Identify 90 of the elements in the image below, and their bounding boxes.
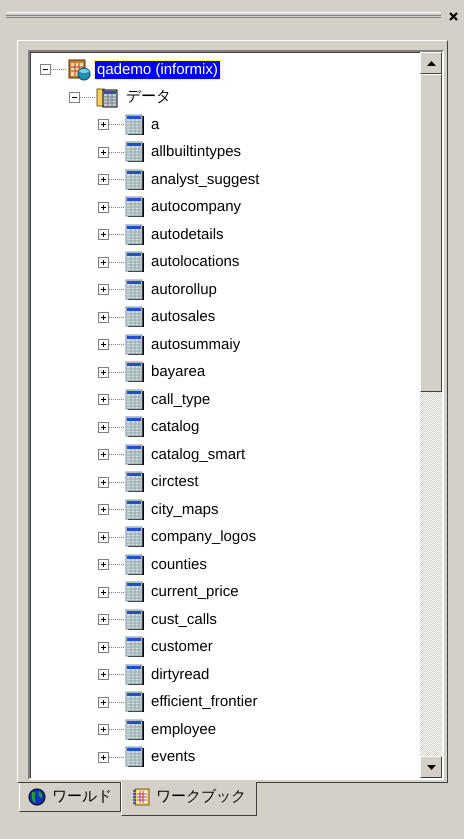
tab[interactable]: ワークブック: [121, 782, 257, 816]
table-icon: [125, 306, 145, 328]
expand-icon[interactable]: [98, 669, 125, 680]
collapse-icon[interactable]: [69, 92, 96, 103]
expand-icon[interactable]: [98, 586, 125, 598]
table-icon: [125, 746, 145, 768]
tree-item[interactable]: call_type: [149, 390, 212, 409]
table-icon: [125, 224, 145, 246]
table-icon: [125, 581, 145, 604]
table-icon: [125, 471, 145, 494]
database-icon: [67, 58, 91, 82]
workbook-icon: [132, 788, 150, 806]
tree-item[interactable]: データ: [124, 88, 173, 106]
tree-item[interactable]: counties: [149, 556, 209, 574]
expand-icon[interactable]: [98, 256, 125, 268]
scroll-thumb[interactable]: [420, 74, 442, 392]
tree-item[interactable]: autodetails: [149, 226, 226, 244]
expand-icon[interactable]: [98, 696, 125, 708]
expand-icon[interactable]: [98, 422, 125, 433]
expand-icon[interactable]: [98, 724, 125, 736]
tab[interactable]: ワールド: [19, 783, 121, 812]
tree-item[interactable]: employee: [149, 720, 218, 739]
down-arrow-icon: [426, 764, 436, 770]
folder-table-icon: [96, 86, 120, 108]
table-icon: [125, 608, 145, 631]
table-icon: [125, 444, 145, 466]
tree-item[interactable]: customer: [149, 638, 215, 656]
table-icon: [125, 554, 145, 576]
tree-item[interactable]: autocompany: [149, 198, 244, 216]
tree-item[interactable]: dirtyread: [149, 666, 212, 684]
expand-icon[interactable]: [98, 312, 125, 323]
expand-icon[interactable]: [98, 614, 125, 626]
scroll-up-button[interactable]: [420, 52, 442, 74]
expand-icon[interactable]: [98, 284, 125, 296]
expand-icon[interactable]: [98, 202, 125, 213]
tree-item[interactable]: circtest: [149, 473, 201, 492]
scroll-down-button[interactable]: [420, 756, 442, 778]
table-icon: [125, 526, 145, 548]
tree-item[interactable]: current_price: [149, 583, 241, 602]
expand-icon[interactable]: [98, 174, 125, 186]
table-icon: [125, 636, 145, 658]
expand-icon[interactable]: [98, 476, 125, 488]
tree-item[interactable]: autorollup: [149, 280, 219, 299]
tree-item[interactable]: catalog_smart: [149, 446, 248, 464]
expand-icon[interactable]: [98, 119, 125, 130]
tree-item[interactable]: efficient_frontier: [149, 693, 260, 712]
close-icon[interactable]: [449, 12, 458, 21]
expand-icon[interactable]: [98, 752, 125, 763]
expand-icon[interactable]: [98, 366, 125, 378]
table-icon: [125, 664, 145, 686]
table-icon: [125, 691, 145, 714]
globe-icon: [28, 788, 46, 806]
table-icon: [125, 718, 145, 741]
grip-bar[interactable]: [6, 12, 441, 18]
table-icon: [125, 196, 145, 218]
tree-item[interactable]: autosummaiy: [149, 336, 242, 354]
expand-icon[interactable]: [98, 146, 125, 158]
tree-item[interactable]: city_maps: [149, 500, 221, 519]
table-icon: [125, 388, 145, 411]
scrollbar[interactable]: [420, 52, 442, 778]
collapse-icon[interactable]: [40, 64, 67, 76]
table-icon: [125, 168, 145, 191]
table-icon: [125, 334, 145, 356]
tree-item[interactable]: cust_calls: [149, 610, 219, 629]
tree-item[interactable]: events: [149, 748, 198, 766]
tree-item[interactable]: autosales: [149, 308, 218, 326]
table-icon: [125, 361, 145, 384]
table-icon: [125, 278, 145, 301]
tree-item[interactable]: autolocations: [149, 253, 242, 272]
expand-icon[interactable]: [98, 339, 125, 350]
expand-icon[interactable]: [98, 449, 125, 460]
tree-item[interactable]: analyst_suggest: [149, 170, 262, 189]
table-icon: [125, 141, 145, 164]
tree-item[interactable]: company_logos: [149, 528, 258, 546]
up-arrow-icon: [426, 60, 436, 66]
table-icon: [125, 416, 145, 438]
table-icon: [125, 114, 145, 136]
tree-item[interactable]: qademo (informix): [95, 60, 220, 79]
table-icon: [125, 498, 145, 521]
expand-icon[interactable]: [98, 532, 125, 543]
expand-icon[interactable]: [98, 394, 125, 406]
expand-icon[interactable]: [98, 229, 125, 240]
tree-item[interactable]: allbuiltintypes: [149, 143, 244, 162]
expand-icon[interactable]: [98, 642, 125, 653]
expand-icon[interactable]: [98, 559, 125, 570]
tree-item[interactable]: bayarea: [149, 363, 208, 382]
expand-icon[interactable]: [98, 504, 125, 516]
tree-item[interactable]: catalog: [149, 418, 202, 436]
table-icon: [125, 251, 145, 274]
tree-item[interactable]: a: [149, 116, 162, 134]
